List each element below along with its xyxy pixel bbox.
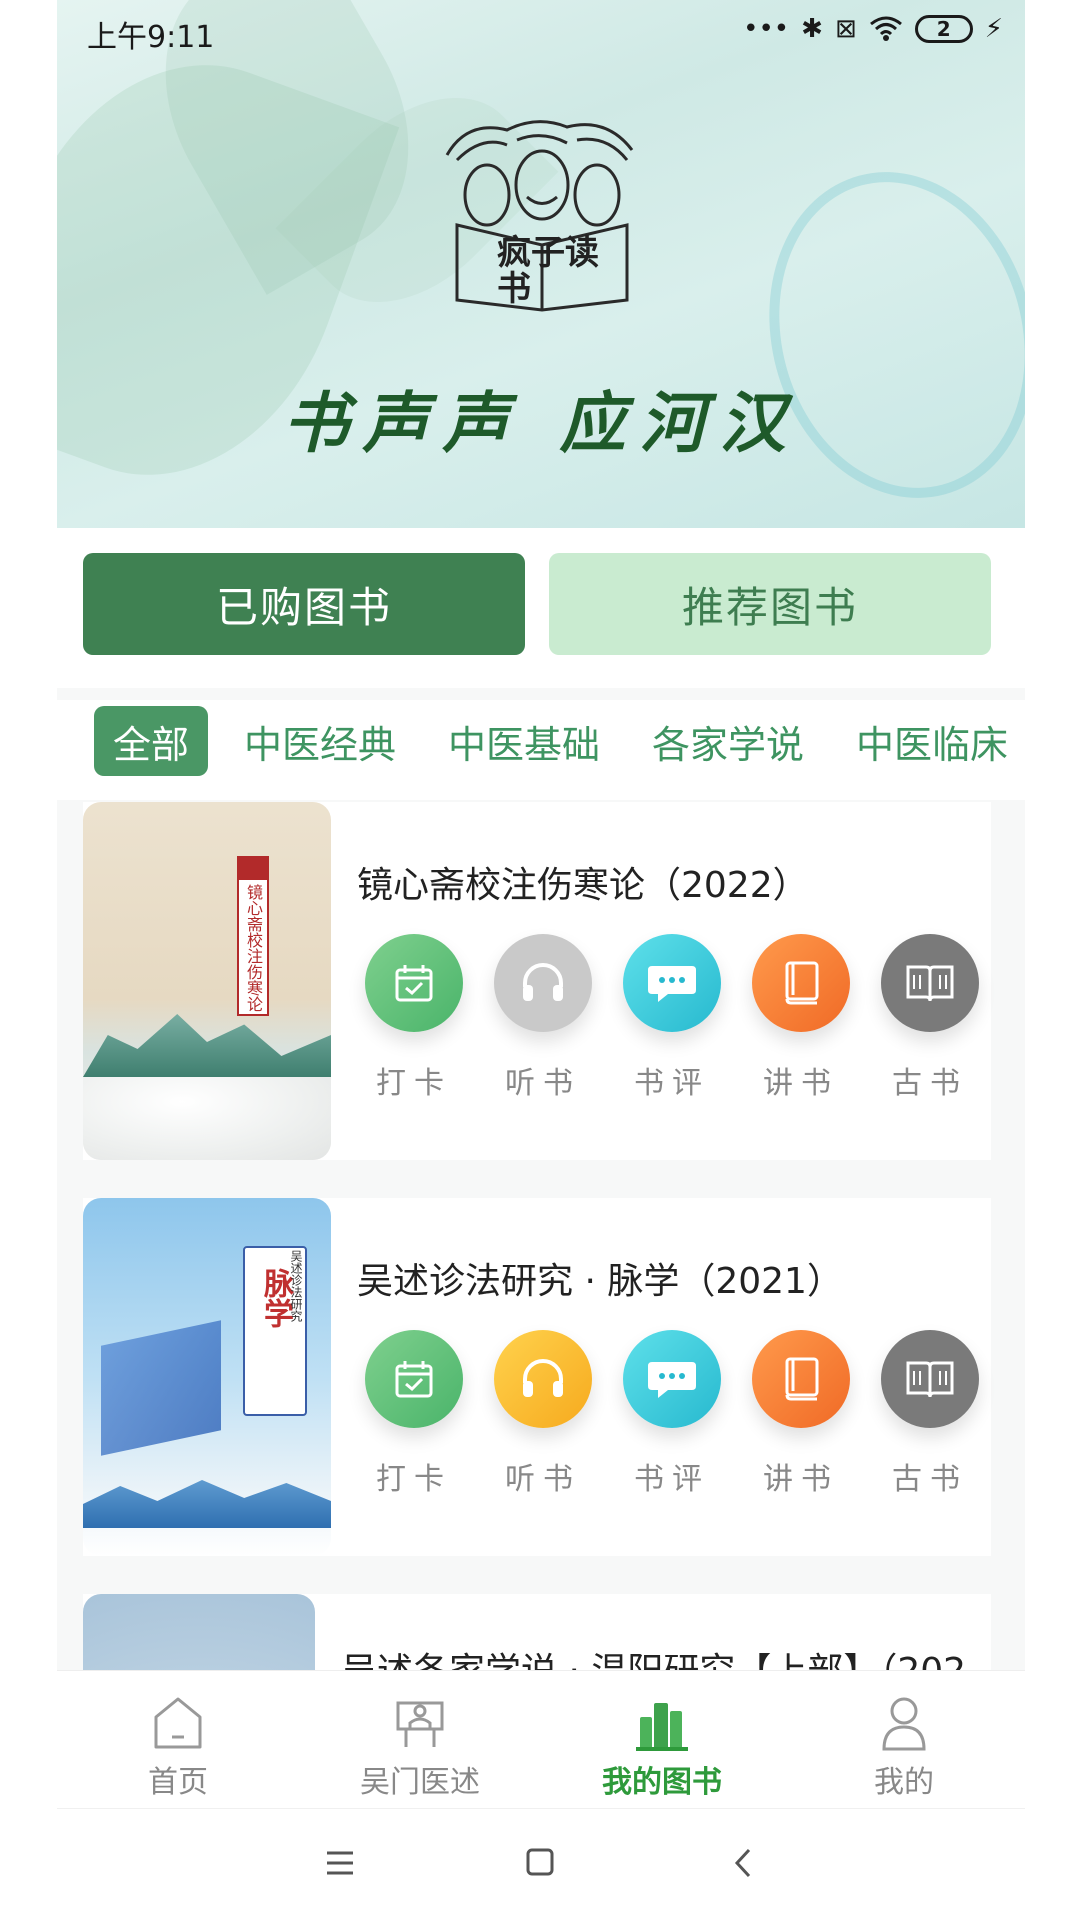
status-time: 上午9:11 [87, 20, 215, 55]
cover-subtitle: 吴述诊法研究 [289, 1250, 303, 1322]
bottom-nav: 首页 吴门医述 我的图书 我的 [57, 1670, 1025, 1808]
review-action[interactable]: 书评 [617, 934, 727, 1102]
headphones-icon [494, 934, 592, 1032]
lecturer-icon [396, 1701, 444, 1747]
listen-action[interactable]: 听书 [488, 934, 598, 1102]
cover-clouds [83, 1077, 331, 1160]
back-icon[interactable] [733, 1847, 753, 1879]
action-label: 讲书 [763, 1066, 839, 1101]
action-label: 书评 [634, 1462, 710, 1497]
action-label: 听书 [505, 1462, 581, 1497]
nav-label: 吴门医述 [360, 1765, 480, 1800]
book-card[interactable]: 吴述各家学说 · 温阳研究【上部】（202 [83, 1594, 991, 1674]
charging-icon: ⚡ [984, 14, 1003, 44]
nav-label: 我的图书 [602, 1765, 722, 1800]
books-stack-icon [636, 1703, 688, 1751]
book-icon [752, 934, 850, 1032]
review-action[interactable]: 书评 [617, 1330, 727, 1498]
calendar-icon [365, 934, 463, 1032]
more-dots-icon: ••• [743, 14, 790, 44]
nav-me[interactable]: 我的 [783, 1671, 1025, 1809]
chat-bubble-icon [623, 934, 721, 1032]
cover-mountains [83, 1480, 331, 1528]
action-label: 古书 [892, 1462, 968, 1497]
book-card[interactable]: 镜心斋校注伤寒论 镜心斋校注伤寒论（2022） 打卡 听书 书评 讲书 古书 [83, 802, 991, 1160]
wifi-icon [869, 16, 902, 41]
listen-action[interactable]: 听书 [488, 1330, 598, 1498]
category-tab-schools[interactable]: 各家学说 [643, 706, 813, 776]
app-screen: 疯子读书 书声声 应河汉 上午9:11 ••• ✱ ⊠ 2 ⚡ 已购图书 推荐图… [0, 0, 1080, 1920]
chat-bubble-icon [623, 1330, 721, 1428]
banner[interactable]: 疯子读书 书声声 应河汉 上午9:11 ••• ✱ ⊠ 2 ⚡ [57, 0, 1025, 528]
book-icon [752, 1330, 850, 1428]
battery-icon: 2 [914, 15, 973, 43]
system-nav-bar [57, 1808, 1025, 1920]
open-book-icon [881, 1330, 979, 1428]
calendar-icon [365, 1330, 463, 1428]
banner-slogan: 书声声 应河汉 [282, 384, 800, 462]
book-cover[interactable] [83, 1594, 315, 1674]
lecture-action[interactable]: 讲书 [746, 934, 856, 1102]
open-book-icon [881, 934, 979, 1032]
action-label: 书评 [634, 1066, 710, 1101]
nav-label: 首页 [148, 1765, 208, 1800]
book-cover[interactable]: 镜心斋校注伤寒论 [83, 802, 331, 1160]
book-card[interactable]: 脉学 吴述诊法研究 吴述诊法研究 · 脉学（2021） 打卡 听书 书评 讲书 … [83, 1198, 991, 1556]
checkin-action[interactable]: 打卡 [359, 1330, 469, 1498]
menu-icon[interactable] [325, 1849, 355, 1877]
cover-title-strip: 镜心斋校注伤寒论 [237, 856, 269, 1016]
nav-home[interactable]: 首页 [57, 1671, 299, 1809]
headphones-icon [494, 1330, 592, 1428]
user-icon [882, 1697, 926, 1751]
nav-label: 我的 [874, 1765, 934, 1800]
home-square-icon[interactable] [525, 1847, 555, 1877]
action-label: 打卡 [376, 1462, 452, 1497]
category-tab-clinical[interactable]: 中医临床 [847, 706, 1017, 776]
checkin-action[interactable]: 打卡 [359, 934, 469, 1102]
purchased-books-button[interactable]: 已购图书 [83, 553, 525, 655]
book-title[interactable]: 吴述诊法研究 · 脉学（2021） [357, 1252, 843, 1304]
home-icon [154, 1697, 202, 1749]
action-label: 讲书 [763, 1462, 839, 1497]
category-tab-basics[interactable]: 中医基础 [439, 706, 609, 776]
status-icons: ••• ✱ ⊠ 2 ⚡ [743, 14, 1003, 44]
cover-title-text: 镜心斋校注伤寒论 [244, 884, 263, 1012]
category-tab-classics[interactable]: 中医经典 [235, 706, 405, 776]
lecture-action[interactable]: 讲书 [746, 1330, 856, 1498]
ancient-book-action[interactable]: 古书 [875, 1330, 985, 1498]
phone-frame: 疯子读书 书声声 应河汉 上午9:11 ••• ✱ ⊠ 2 ⚡ 已购图书 推荐图… [57, 0, 1025, 1920]
no-sim-icon: ⊠ [834, 14, 857, 44]
recommended-books-button[interactable]: 推荐图书 [549, 553, 991, 655]
action-label: 打卡 [376, 1066, 452, 1101]
bluetooth-icon: ✱ [801, 14, 823, 44]
nav-wumen[interactable]: 吴门医述 [299, 1671, 541, 1809]
status-bar: 上午9:11 ••• ✱ ⊠ 2 ⚡ [57, 0, 1025, 60]
book-title[interactable]: 镜心斋校注伤寒论（2022） [357, 856, 809, 908]
nav-my-books[interactable]: 我的图书 [541, 1671, 783, 1809]
book-cover[interactable]: 脉学 吴述诊法研究 [83, 1198, 331, 1556]
cover-cube [101, 1320, 221, 1456]
cover-mountains [83, 1014, 331, 1077]
category-tab-all[interactable]: 全部 [94, 706, 208, 776]
ancient-book-action[interactable]: 古书 [875, 934, 985, 1102]
water-splash [733, 141, 1025, 528]
action-label: 听书 [505, 1066, 581, 1101]
action-label: 古书 [892, 1066, 968, 1101]
logo-text: 疯子读书 [497, 233, 599, 309]
